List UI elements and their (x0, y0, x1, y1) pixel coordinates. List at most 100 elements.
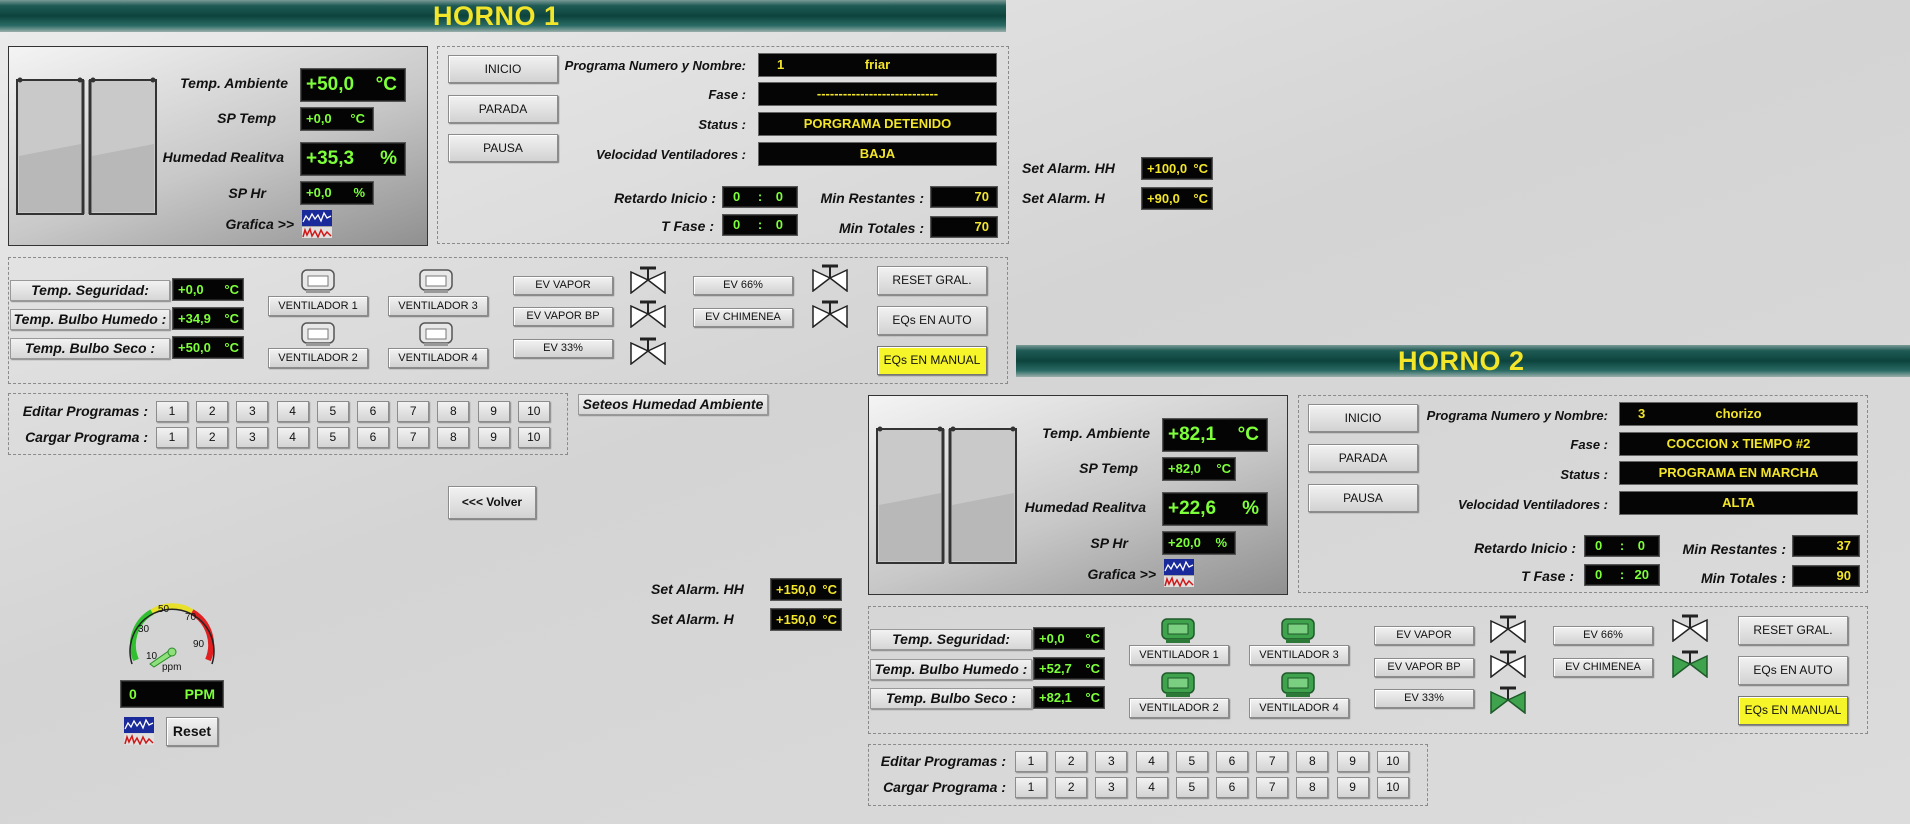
h1-editar-program-3-button[interactable]: 3 (236, 401, 269, 422)
ppm-reset-button[interactable]: Reset (166, 717, 218, 746)
h1-sp-temp-display[interactable]: +0,0 °C (300, 107, 374, 131)
h1-parada-button[interactable]: PARADA (448, 95, 558, 123)
h2-editar-program-8-button[interactable]: 8 (1296, 751, 1329, 772)
h1-editar-program-1-button[interactable]: 1 (156, 401, 188, 422)
h1-cargar-program-5-button[interactable]: 5 (316, 427, 349, 448)
h1-retardo-display[interactable]: 0 : 0 (722, 186, 798, 208)
h1-ev-vapor-bp-button[interactable]: EV VAPOR BP (513, 307, 613, 326)
h2-alarm-hh-display[interactable]: +150,0 °C (770, 578, 842, 601)
h1-ev-33-button[interactable]: EV 33% (513, 339, 613, 358)
h2-ventilador4-fan-icon[interactable] (1280, 670, 1316, 698)
h2-ventilador1-button[interactable]: VENTILADOR 1 (1129, 645, 1229, 665)
h1-seteos-humedad-button[interactable]: Seteos Humedad Ambiente (578, 394, 768, 415)
h1-ev-chimenea-button[interactable]: EV CHIMENEA (693, 308, 793, 327)
h1-editar-program-4-button[interactable]: 4 (276, 401, 309, 422)
h2-cargar-program-1-button[interactable]: 1 (1015, 777, 1047, 798)
h2-inicio-button[interactable]: INICIO (1308, 404, 1418, 432)
h2-cargar-program-7-button[interactable]: 7 (1256, 777, 1289, 798)
h2-cargar-program-6-button[interactable]: 6 (1216, 777, 1248, 798)
h2-editar-program-5-button[interactable]: 5 (1175, 751, 1208, 772)
h2-ventilador2-button[interactable]: VENTILADOR 2 (1129, 698, 1229, 718)
h2-cargar-program-10-button[interactable]: 10 (1376, 777, 1409, 798)
h1-ev-66-button[interactable]: EV 66% (693, 276, 793, 295)
h2-ev-33-valve-icon-active (1490, 686, 1526, 714)
volver-button[interactable]: <<< Volver (448, 486, 536, 519)
h2-editar-program-10-button[interactable]: 10 (1376, 751, 1409, 772)
h2-retardo-b: 0 (1637, 538, 1645, 553)
h1-reset-gral-button[interactable]: RESET GRAL. (877, 266, 987, 295)
h2-vel-label: Velocidad Ventiladores : (1457, 497, 1608, 512)
h2-ev-66-button[interactable]: EV 66% (1553, 626, 1653, 645)
h1-cargar-program-8-button[interactable]: 8 (437, 427, 470, 448)
h2-editar-program-7-button[interactable]: 7 (1256, 751, 1289, 772)
h1-editar-program-7-button[interactable]: 7 (397, 401, 430, 422)
ppm-grafica-chart-icon[interactable] (124, 717, 154, 745)
h1-ventilador1-fan-icon[interactable] (300, 268, 336, 294)
h1-editar-program-8-button[interactable]: 8 (437, 401, 470, 422)
h2-editar-program-6-button[interactable]: 6 (1216, 751, 1248, 772)
h2-ventilador3-fan-icon[interactable] (1280, 616, 1316, 644)
h2-editar-program-2-button[interactable]: 2 (1055, 751, 1088, 772)
h1-eqs-auto-button[interactable]: EQs EN AUTO (877, 306, 987, 335)
h2-ev-vapor-bp-button[interactable]: EV VAPOR BP (1374, 658, 1474, 677)
h2-editar-program-9-button[interactable]: 9 (1336, 751, 1369, 772)
h2-ventilador1-fan-icon[interactable] (1160, 616, 1196, 644)
h2-retardo-a: 0 (1595, 538, 1603, 553)
h2-ev-33-button[interactable]: EV 33% (1374, 689, 1474, 708)
h1-alarm-hh-display[interactable]: +100,0 °C (1141, 157, 1213, 180)
h1-sp-hr-display[interactable]: +0,0 % (300, 181, 374, 205)
h1-ventilador2-button[interactable]: VENTILADOR 2 (268, 348, 368, 368)
h2-eqs-manual-button[interactable]: EQs EN MANUAL (1738, 696, 1848, 725)
h2-sp-hr-display[interactable]: +20,0 % (1162, 531, 1236, 555)
h1-editar-program-6-button[interactable]: 6 (357, 401, 389, 422)
h1-cargar-program-9-button[interactable]: 9 (477, 427, 510, 448)
h2-editar-program-3-button[interactable]: 3 (1095, 751, 1128, 772)
h2-grafica-chart-icon[interactable] (1164, 559, 1194, 587)
h2-ev-chimenea-button[interactable]: EV CHIMENEA (1553, 658, 1653, 677)
h1-cargar-program-7-button[interactable]: 7 (397, 427, 430, 448)
h2-cargar-program-5-button[interactable]: 5 (1175, 777, 1208, 798)
h2-ventilador2-fan-icon[interactable] (1160, 670, 1196, 698)
h1-ventilador4-button[interactable]: VENTILADOR 4 (388, 348, 488, 368)
h1-bs-display: +50,0 °C (172, 336, 244, 359)
h1-cargar-program-10-button[interactable]: 10 (517, 427, 550, 448)
h1-ventilador1-button[interactable]: VENTILADOR 1 (268, 296, 368, 316)
h1-inicio-button[interactable]: INICIO (448, 55, 558, 83)
h1-editar-program-5-button[interactable]: 5 (316, 401, 349, 422)
h2-alarm-h-display[interactable]: +150,0 °C (770, 608, 842, 631)
h1-ventilador2-fan-icon[interactable] (300, 321, 336, 347)
h1-alarm-h-display[interactable]: +90,0 °C (1141, 187, 1213, 210)
h1-ventilador3-fan-icon[interactable] (418, 268, 454, 294)
h2-editar-program-1-button[interactable]: 1 (1015, 751, 1047, 772)
h2-cargar-program-9-button[interactable]: 9 (1336, 777, 1369, 798)
h1-ev-vapor-button[interactable]: EV VAPOR (513, 276, 613, 295)
h2-mint-label: Min Totales : (1700, 570, 1786, 586)
h2-eqs-auto-button[interactable]: EQs EN AUTO (1738, 656, 1848, 685)
h1-editar-program-2-button[interactable]: 2 (196, 401, 229, 422)
h1-editar-program-10-button[interactable]: 10 (517, 401, 550, 422)
h1-cargar-program-1-button[interactable]: 1 (156, 427, 188, 448)
h1-cargar-program-4-button[interactable]: 4 (276, 427, 309, 448)
h2-sp-temp-display[interactable]: +82,0 °C (1162, 457, 1236, 481)
h1-cargar-program-2-button[interactable]: 2 (196, 427, 229, 448)
h2-ventilador4-button[interactable]: VENTILADOR 4 (1249, 698, 1349, 718)
h2-parada-button[interactable]: PARADA (1308, 444, 1418, 472)
h1-ventilador4-fan-icon[interactable] (418, 321, 454, 347)
h1-grafica-chart-icon[interactable] (302, 210, 332, 238)
h2-cargar-program-3-button[interactable]: 3 (1095, 777, 1128, 798)
h1-cargar-program-3-button[interactable]: 3 (236, 427, 269, 448)
h1-cargar-program-6-button[interactable]: 6 (357, 427, 389, 448)
h1-editar-program-9-button[interactable]: 9 (477, 401, 510, 422)
h2-editar-program-4-button[interactable]: 4 (1135, 751, 1168, 772)
h2-retardo-display[interactable]: 0 : 0 (1584, 535, 1660, 557)
h1-pausa-button[interactable]: PAUSA (448, 134, 558, 162)
h2-cargar-program-8-button[interactable]: 8 (1296, 777, 1329, 798)
h2-ventilador3-button[interactable]: VENTILADOR 3 (1249, 645, 1349, 665)
h2-ev-vapor-button[interactable]: EV VAPOR (1374, 626, 1474, 645)
h1-eqs-manual-button[interactable]: EQs EN MANUAL (877, 346, 987, 375)
h2-cargar-program-2-button[interactable]: 2 (1055, 777, 1088, 798)
h2-cargar-program-4-button[interactable]: 4 (1135, 777, 1168, 798)
h2-pausa-button[interactable]: PAUSA (1308, 484, 1418, 512)
h2-reset-gral-button[interactable]: RESET GRAL. (1738, 616, 1848, 645)
h1-ventilador3-button[interactable]: VENTILADOR 3 (388, 296, 488, 316)
